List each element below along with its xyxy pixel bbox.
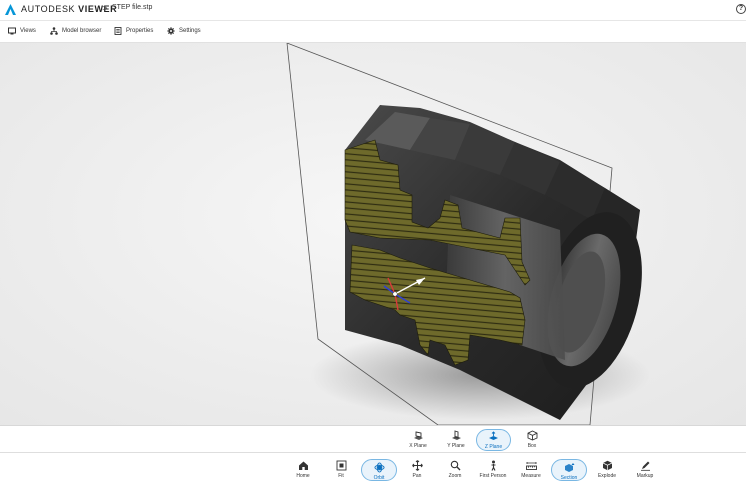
views-button[interactable]: Views xyxy=(8,27,36,35)
measure-label: Measure xyxy=(521,473,541,479)
model-scene xyxy=(286,43,650,425)
orbit-icon xyxy=(373,462,385,473)
app-header: AUTODESK VIEWER > STEP file.stp ? xyxy=(0,0,746,21)
first-person-icon xyxy=(491,460,495,471)
y-plane-button[interactable]: Y Plane xyxy=(439,429,473,451)
autodesk-logo-icon xyxy=(5,4,16,15)
home-label: Home xyxy=(296,473,310,479)
markup-icon xyxy=(640,461,650,471)
x-plane-button[interactable]: X Plane xyxy=(401,429,435,451)
help-icon[interactable]: ? xyxy=(736,4,746,14)
y-plane-label: Y Plane xyxy=(447,443,465,449)
z-plane-button[interactable]: Z Plane xyxy=(476,429,511,451)
home-icon xyxy=(298,461,308,470)
zoom-label: Zoom xyxy=(448,473,462,479)
measure-icon xyxy=(525,462,537,470)
first-person-button[interactable]: First Person xyxy=(475,458,511,482)
file-name[interactable]: STEP file.stp xyxy=(112,4,152,11)
settings-label: Settings xyxy=(179,28,201,34)
zoom-icon xyxy=(450,460,460,471)
model-browser-label: Model browser xyxy=(62,28,102,34)
monitor-icon xyxy=(8,27,16,35)
y-plane-icon xyxy=(451,430,461,440)
section-button[interactable]: Section xyxy=(551,459,587,481)
tree-icon xyxy=(50,27,58,35)
first-person-label: First Person xyxy=(479,473,507,479)
box-icon xyxy=(527,430,537,441)
properties-icon xyxy=(114,27,122,35)
breadcrumb-arrow-icon: > xyxy=(102,3,108,13)
x-plane-label: X Plane xyxy=(409,443,427,449)
top-toolbar: Views Model browser Properties Settings xyxy=(0,21,746,43)
views-label: Views xyxy=(20,28,36,34)
pan-button[interactable]: Pan xyxy=(399,458,435,482)
section-label: Section xyxy=(560,475,578,481)
z-plane-icon xyxy=(489,431,498,440)
section-toolbar: X Plane Y Plane Z Plane Box xyxy=(0,425,746,453)
fit-label: Fit xyxy=(338,473,344,479)
measure-button[interactable]: Measure xyxy=(513,458,549,482)
markup-label: Markup xyxy=(636,473,654,479)
orbit-button[interactable]: Orbit xyxy=(361,459,397,481)
explode-button[interactable]: Explode xyxy=(589,458,625,482)
home-button[interactable]: Home xyxy=(285,458,321,482)
gear-icon xyxy=(167,27,175,35)
x-plane-icon xyxy=(413,431,423,440)
pan-icon xyxy=(411,460,423,471)
navigation-toolbar: Home Fit Orbit Pan Zoom First Person Mea… xyxy=(0,452,746,485)
orbit-label: Orbit xyxy=(373,475,385,481)
model-browser-button[interactable]: Model browser xyxy=(50,27,101,35)
markup-button[interactable]: Markup xyxy=(627,458,663,482)
fit-icon xyxy=(336,460,346,471)
explode-icon xyxy=(602,460,612,471)
model-viewport[interactable] xyxy=(0,43,746,425)
box-button[interactable]: Box xyxy=(515,429,549,451)
z-plane-label: Z Plane xyxy=(484,444,503,450)
properties-label: Properties xyxy=(126,28,154,34)
properties-button[interactable]: Properties xyxy=(114,27,153,35)
pan-label: Pan xyxy=(412,473,422,479)
zoom-button[interactable]: Zoom xyxy=(437,458,473,482)
section-icon xyxy=(564,463,574,472)
box-label: Box xyxy=(527,443,537,449)
settings-button[interactable]: Settings xyxy=(167,27,201,35)
explode-label: Explode xyxy=(597,473,617,479)
fit-button[interactable]: Fit xyxy=(323,458,359,482)
